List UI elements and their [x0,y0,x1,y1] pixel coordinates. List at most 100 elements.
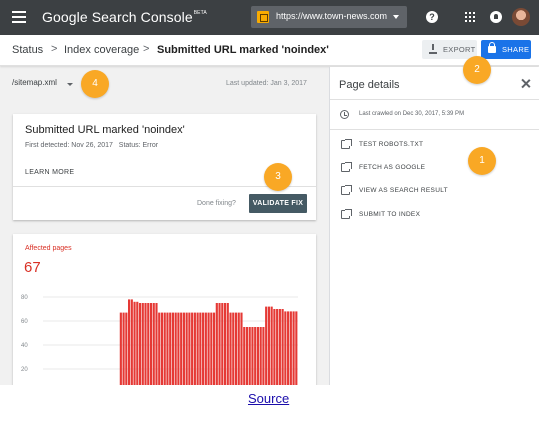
chart-bar[interactable] [237,312,240,385]
chart-bar[interactable] [276,309,279,385]
chart-bar[interactable] [254,327,257,385]
chart-bar[interactable] [248,327,251,385]
chart-bar[interactable] [185,312,188,385]
chart-bar[interactable] [287,311,290,385]
chart-bar[interactable] [289,311,292,385]
chart-bar[interactable] [267,306,270,385]
page-details-panel: Page details Last crawled on Dec 30, 201… [329,67,539,385]
help-icon[interactable]: ? [426,11,438,23]
chart-bar[interactable] [180,312,183,385]
chart-bar[interactable] [273,309,276,385]
chart-bar[interactable] [265,306,268,385]
chart-bar[interactable] [202,312,205,385]
chart-bar[interactable] [270,306,273,385]
chart-bar[interactable] [136,301,139,385]
avatar[interactable] [512,8,530,26]
chart-bar[interactable] [232,312,235,385]
close-icon[interactable] [520,78,532,90]
chart-bar[interactable] [152,303,155,385]
chart-bar[interactable] [204,312,207,385]
issue-meta: First detected: Nov 26, 2017 Status: Err… [25,142,159,149]
apps-grid-icon[interactable] [465,12,475,22]
submit-to-index-action[interactable]: SUBMIT TO INDEX [330,206,539,224]
chart-bar[interactable] [130,299,133,385]
chart-bar[interactable] [292,311,295,385]
chevron-down-icon[interactable] [67,83,73,86]
beta-badge: BETA [193,10,207,16]
affected-pages-card: Affected pages 67 80 60 40 20 [13,234,316,385]
chart-bar[interactable] [223,303,227,385]
chart-bar[interactable] [251,327,254,385]
breadcrumb-index-coverage[interactable]: Index coverage [64,44,139,56]
learn-more-link[interactable]: LEARN MORE [25,169,74,176]
chart-bar[interactable] [215,303,218,385]
last-crawled-text: Last crawled on Dec 30, 2017, 5:39 PM [359,111,465,117]
chart-bar[interactable] [144,303,147,385]
chart-bar[interactable] [158,312,161,385]
chart-bar[interactable] [182,312,185,385]
chart-bar[interactable] [163,312,166,385]
chart-bar[interactable] [128,299,131,385]
menu-icon[interactable] [12,11,26,23]
export-button[interactable]: EXPORT [422,40,477,59]
chart-bar[interactable] [226,303,229,385]
chart-bar[interactable] [213,312,216,385]
chart-bar[interactable] [166,312,169,385]
share-button[interactable]: SHARE [481,40,531,59]
issue-title: Submitted URL marked 'noindex' [25,124,185,136]
open-in-new-icon [341,209,352,219]
chart-bar[interactable] [207,312,210,385]
chart-bar[interactable] [122,312,125,385]
chart-bar[interactable] [169,312,172,385]
y-tick-label: 20 [21,367,28,373]
chart-bar[interactable] [278,309,281,385]
source-link[interactable]: Source [248,391,289,406]
chart-bar[interactable] [295,311,298,385]
chart-bar[interactable] [171,312,175,385]
chart-bar[interactable] [193,312,196,385]
chart-bar[interactable] [284,311,287,385]
notifications-icon[interactable] [490,11,502,23]
chart-bar[interactable] [210,312,213,385]
search-console-app: Google Search ConsoleBETA https://www.to… [0,0,539,385]
y-tick-label: 80 [21,295,28,301]
property-selector[interactable]: https://www.town-news.com [251,6,407,28]
chart-bar[interactable] [229,312,232,385]
chart-bar[interactable] [243,327,246,385]
fetch-as-google-action[interactable]: FETCH AS GOOGLE [330,159,539,177]
divider [330,129,539,130]
chart-bar[interactable] [191,312,194,385]
property-icon [257,11,269,23]
chart-bar[interactable] [245,327,249,385]
breadcrumb-status[interactable]: Status [12,44,43,56]
chart-bar[interactable] [160,312,164,385]
chart-bar[interactable] [188,312,191,385]
chart-bar[interactable] [262,327,265,385]
chart-bar[interactable] [133,301,136,385]
done-fixing-text: Done fixing? [197,200,236,207]
chart-bar[interactable] [281,309,284,385]
product-logo[interactable]: Google Search ConsoleBETA [42,9,207,25]
chart-bar[interactable] [155,303,158,385]
chart-bar[interactable] [221,303,224,385]
chart-bar[interactable] [234,312,238,385]
chart-bar[interactable] [259,327,262,385]
chart-bar[interactable] [125,312,128,385]
chart-bar[interactable] [149,303,153,385]
validate-fix-button[interactable]: VALIDATE FIX [249,194,307,213]
chart-bar[interactable] [147,303,150,385]
chart-bar[interactable] [199,312,202,385]
chart-bar[interactable] [240,312,243,385]
sitemap-filter-dropdown[interactable]: /sitemap.xml [12,78,57,87]
chart-bar[interactable] [174,312,177,385]
view-as-search-result-action[interactable]: VIEW AS SEARCH RESULT [330,182,539,200]
last-updated-text: Last updated: Jan 3, 2017 [226,80,307,87]
chart-bar[interactable] [138,303,142,385]
chart-bar[interactable] [218,303,221,385]
test-robots-txt-action[interactable]: TEST ROBOTS.TXT [330,136,539,154]
chart-bar[interactable] [141,303,144,385]
chart-bar[interactable] [177,312,180,385]
chart-bar[interactable] [256,327,260,385]
chart-bar[interactable] [196,312,199,385]
chart-bar[interactable] [119,312,122,385]
